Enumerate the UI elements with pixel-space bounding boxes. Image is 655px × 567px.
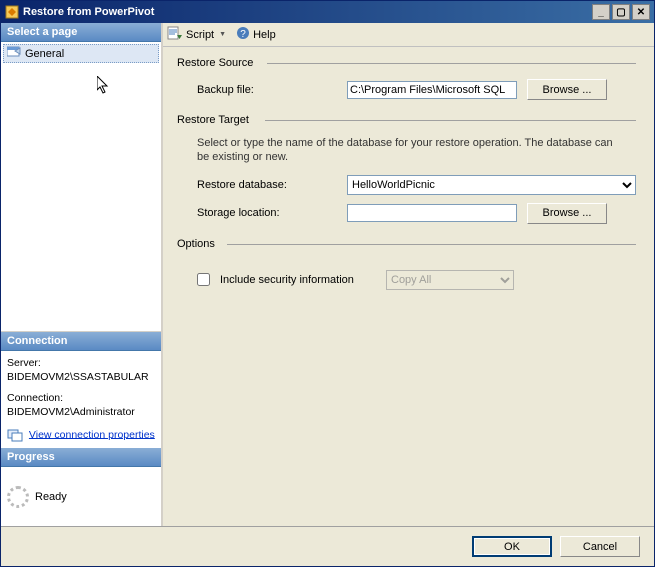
ok-button[interactable]: OK <box>472 536 552 557</box>
browse-backup-button[interactable]: Browse ... <box>527 79 607 100</box>
connection-panel: Server: BIDEMOVM2\SSASTABULAR Connection… <box>1 351 161 448</box>
svg-text:?: ? <box>240 29 246 40</box>
script-icon <box>167 26 183 43</box>
maximize-button[interactable]: ▢ <box>612 4 630 20</box>
include-security-label: Include security information <box>220 274 376 286</box>
form-area: Restore Source Backup file: Browse ... R… <box>163 47 654 526</box>
divider <box>267 63 636 64</box>
main-pane: Script ▼ ? Help Res <box>163 23 654 526</box>
sidebar: Select a page General <box>1 23 163 526</box>
progress-panel: Ready <box>1 467 161 527</box>
connection-header: Connection <box>1 332 161 351</box>
restore-source-group: Restore Source <box>177 57 253 69</box>
connection-link-icon <box>7 428 23 442</box>
pages-header: Select a page <box>1 23 161 42</box>
connection-label: Connection: <box>7 392 155 406</box>
progress-spinner-icon <box>7 486 29 508</box>
help-icon: ? <box>236 26 250 43</box>
security-mode-select: Copy All <box>386 270 514 290</box>
restore-db-label: Restore database: <box>197 179 337 191</box>
pages-list: General <box>1 42 161 332</box>
storage-label: Storage location: <box>197 207 337 219</box>
backup-file-input[interactable] <box>347 81 517 99</box>
connection-value: BIDEMOVM2\Administrator <box>7 406 155 420</box>
close-button[interactable]: ✕ <box>632 4 650 20</box>
view-connection-link[interactable]: View connection properties <box>29 428 155 440</box>
restore-target-group: Restore Target <box>177 114 249 126</box>
page-item-general[interactable]: General <box>3 44 159 63</box>
dialog-buttons: OK Cancel <box>1 526 654 566</box>
progress-header: Progress <box>1 448 161 467</box>
script-button[interactable]: Script ▼ <box>167 26 226 43</box>
server-value: BIDEMOVM2\SSASTABULAR <box>7 371 155 385</box>
restore-db-select[interactable]: HelloWorldPicnic <box>347 175 636 195</box>
divider <box>227 244 636 245</box>
restore-dialog: Restore from PowerPivot _ ▢ ✕ Select a p… <box>0 0 655 567</box>
toolbar: Script ▼ ? Help <box>163 23 654 47</box>
restore-target-desc: Select or type the name of the database … <box>197 136 617 165</box>
cancel-button[interactable]: Cancel <box>560 536 640 557</box>
chevron-down-icon: ▼ <box>219 31 226 38</box>
window-title: Restore from PowerPivot <box>23 6 592 18</box>
page-item-label: General <box>25 48 64 60</box>
help-button[interactable]: ? Help <box>236 26 276 43</box>
progress-status: Ready <box>35 491 67 503</box>
script-label: Script <box>186 29 214 41</box>
titlebar: Restore from PowerPivot _ ▢ ✕ <box>1 1 654 23</box>
divider <box>265 120 636 121</box>
browse-storage-button[interactable]: Browse ... <box>527 203 607 224</box>
window-buttons: _ ▢ ✕ <box>592 4 650 20</box>
options-group: Options <box>177 238 215 250</box>
storage-location-input[interactable] <box>347 204 517 222</box>
server-label: Server: <box>7 357 155 371</box>
app-icon <box>5 5 19 19</box>
backup-file-label: Backup file: <box>197 84 337 96</box>
cursor-icon <box>97 76 111 99</box>
include-security-checkbox[interactable] <box>197 273 210 286</box>
minimize-button[interactable]: _ <box>592 4 610 20</box>
help-label: Help <box>253 29 276 41</box>
page-item-icon <box>7 46 21 61</box>
